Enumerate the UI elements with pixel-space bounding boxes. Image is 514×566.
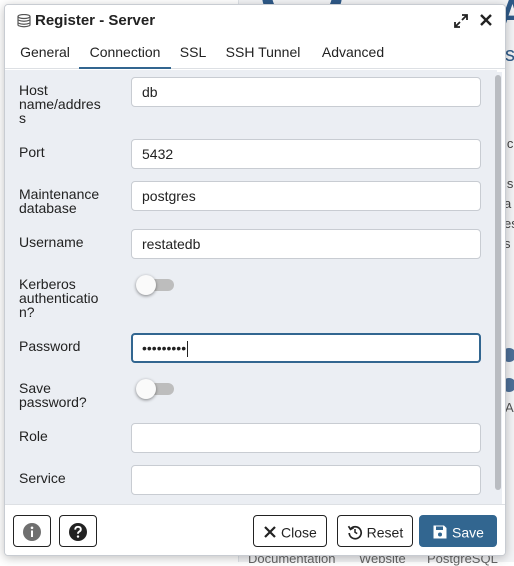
host-label: Host name/addres s: [19, 82, 101, 126]
expand-icon[interactable]: [453, 13, 469, 29]
background-text: A: [505, 400, 514, 415]
close-icon: [264, 526, 276, 539]
tab-general[interactable]: General: [11, 39, 79, 69]
kerberos-label: Kerberos authenticatio n?: [19, 276, 99, 320]
background-text: s: [505, 44, 514, 66]
save-button[interactable]: Save: [419, 515, 497, 547]
help-icon: [69, 523, 87, 542]
reset-icon: [347, 526, 362, 540]
tab-connection[interactable]: Connection: [79, 39, 171, 69]
tab-bar: General Connection SSL SSH Tunnel Advanc…: [5, 39, 505, 69]
role-input[interactable]: [131, 423, 481, 453]
username-input[interactable]: restatedb: [131, 229, 481, 259]
info-button[interactable]: [13, 515, 51, 547]
dialog-title: Register - Server: [35, 12, 156, 29]
maintenance-database-label: Maintenance database: [19, 186, 100, 216]
username-label: Username: [19, 234, 84, 250]
floppy-disk-icon: [433, 525, 447, 539]
port-label: Port: [19, 144, 45, 160]
close-button[interactable]: Close: [253, 515, 327, 547]
reset-button[interactable]: Reset: [337, 515, 413, 547]
save-password-label: Save password?: [19, 380, 87, 410]
info-icon: [23, 523, 41, 542]
register-server-dialog: Register - Server General Connection SSL…: [4, 4, 506, 556]
port-input[interactable]: 5432: [131, 139, 481, 169]
password-label: Password: [19, 338, 81, 354]
save-password-toggle[interactable]: [136, 379, 174, 399]
tab-ssh-tunnel[interactable]: SSH Tunnel: [219, 39, 307, 69]
connection-form: Host name/addres s db Port 5432 Maintena…: [5, 70, 497, 504]
password-input[interactable]: •••••••••: [131, 333, 481, 363]
kerberos-toggle[interactable]: [136, 275, 174, 295]
reset-button-label: Reset: [366, 524, 404, 541]
host-input[interactable]: db: [131, 77, 481, 107]
maintenance-database-input[interactable]: postgres: [131, 181, 481, 211]
close-icon[interactable]: [479, 13, 493, 27]
service-label: Service: [19, 470, 66, 486]
text-caret: [187, 341, 189, 358]
service-input[interactable]: [131, 465, 481, 495]
role-label: Role: [19, 428, 48, 444]
password-mask: •••••••••: [142, 340, 187, 356]
tab-advanced[interactable]: Advanced: [313, 39, 393, 69]
scrollbar-thumb[interactable]: [495, 75, 501, 490]
close-button-label: Close: [281, 524, 317, 541]
save-button-label: Save: [451, 524, 484, 541]
server-stack-icon: [17, 14, 31, 28]
toggle-knob: [136, 275, 156, 295]
dialog-title-bar[interactable]: Register - Server: [5, 5, 505, 37]
toggle-knob: [136, 379, 156, 399]
dialog-footer: Close Reset Save: [5, 504, 505, 555]
help-button[interactable]: [59, 515, 97, 547]
tab-ssl[interactable]: SSL: [175, 39, 211, 69]
